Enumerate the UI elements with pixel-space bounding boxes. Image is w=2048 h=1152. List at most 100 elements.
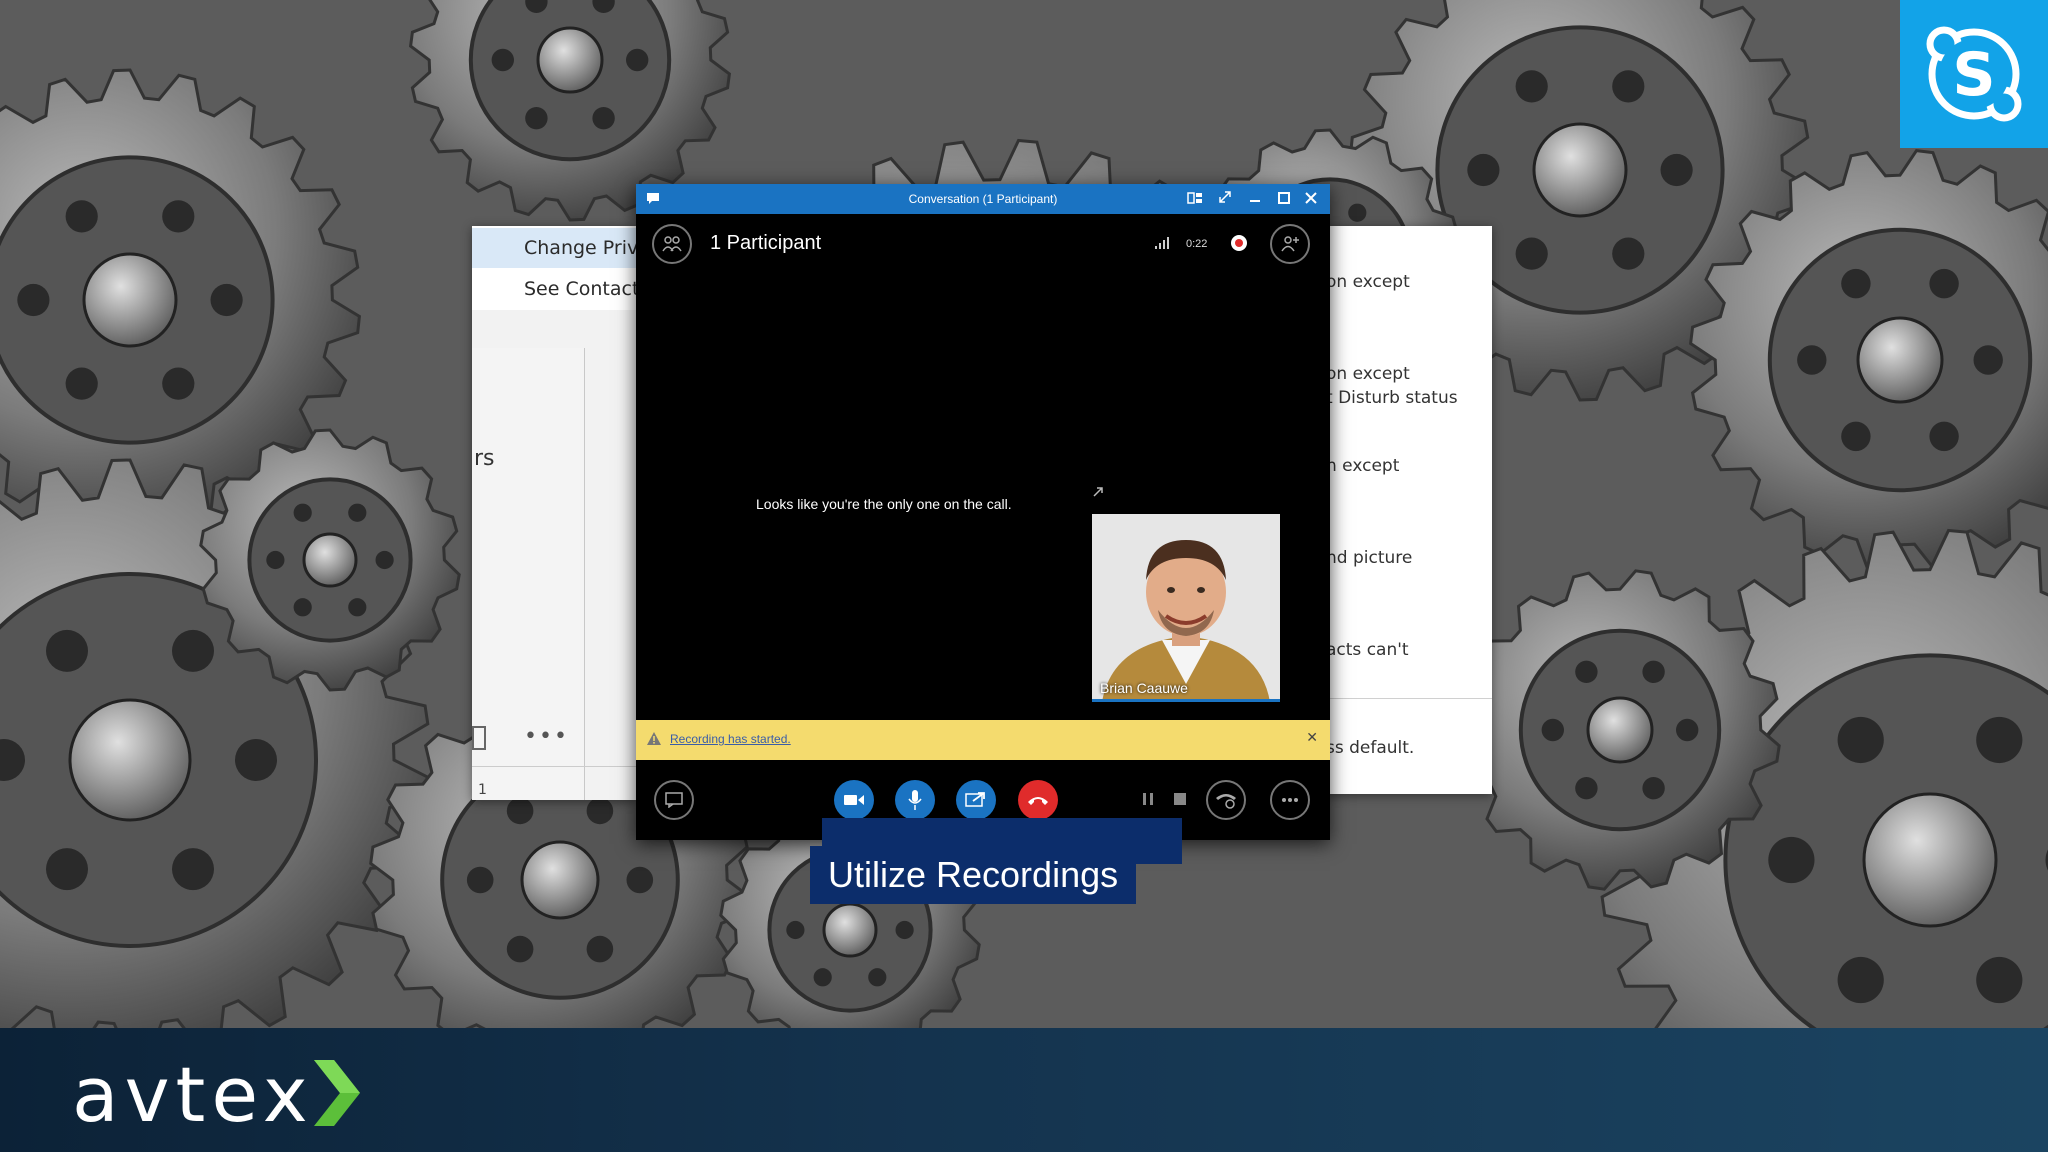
hangup-button[interactable] <box>1018 780 1058 820</box>
share-screen-button[interactable] <box>956 780 996 820</box>
popout-icon[interactable] <box>1092 486 1104 498</box>
option-text: on except <box>1326 272 1410 292</box>
gear-hole <box>626 866 654 894</box>
menu-item-see-contact[interactable]: See Contact C <box>524 274 636 304</box>
gear-hole <box>1575 660 1598 684</box>
option-text: nd picture <box>1326 548 1413 568</box>
chat-icon <box>665 792 683 808</box>
side-label: rs <box>474 446 495 471</box>
gear-hole <box>293 598 312 617</box>
brand-logo-text: avtex <box>72 1050 314 1139</box>
gear-hole <box>1348 203 1367 222</box>
gear-hub <box>1856 316 1944 404</box>
gear-hole <box>162 367 195 400</box>
option-text: on except <box>1326 364 1410 384</box>
maximize-icon[interactable] <box>1275 190 1293 208</box>
gear-hole <box>266 550 285 570</box>
call-controls-icon <box>1216 794 1236 809</box>
gear-hub <box>1862 792 1998 928</box>
add-people-button[interactable] <box>1270 224 1310 264</box>
gear-hole <box>348 598 367 617</box>
participant-name: Brian Caauwe <box>1100 680 1188 696</box>
share-screen-icon <box>965 792 985 807</box>
gear-hole <box>586 797 614 825</box>
option-text: ss default. <box>1326 738 1415 758</box>
option-text: t Disturb status <box>1326 388 1458 408</box>
gear-hole <box>375 550 394 570</box>
recording-started-link[interactable]: Recording has started. <box>670 732 791 746</box>
active-speaker-bar <box>1092 699 1280 702</box>
gear-hub <box>822 902 878 958</box>
gear-hole <box>1768 836 1815 884</box>
warning-icon <box>647 732 661 745</box>
call-controls-button[interactable] <box>1206 780 1246 820</box>
gear-hub <box>82 252 178 348</box>
gear-hole <box>1541 718 1565 742</box>
recording-icon <box>1231 235 1247 251</box>
microphone-button[interactable] <box>895 780 935 820</box>
participant-video-tile[interactable]: Brian Caauwe <box>1092 514 1280 702</box>
microphone-icon <box>908 790 922 810</box>
video-icon <box>844 795 864 805</box>
more-options-button[interactable]: ••• <box>524 724 569 749</box>
minimize-icon[interactable] <box>1246 190 1264 208</box>
gear-hub <box>536 26 604 94</box>
gear-hole <box>813 968 832 987</box>
participant-count: 1 Participant <box>710 232 822 254</box>
gear-hole <box>1660 153 1693 187</box>
chat-button[interactable] <box>654 780 694 820</box>
gear-hole <box>65 200 98 233</box>
gear-hole <box>162 200 195 233</box>
close-icon[interactable] <box>1302 190 1320 208</box>
fullscreen-icon[interactable] <box>1216 190 1234 208</box>
skype-logo: S <box>1900 0 2048 148</box>
stop-icon[interactable] <box>1174 793 1186 805</box>
gear-hole <box>895 920 914 940</box>
more-options-button[interactable] <box>1270 780 1310 820</box>
skype-icon: S <box>1926 26 2022 122</box>
divider <box>1310 698 1492 699</box>
window-titlebar: Conversation (1 Participant) <box>636 184 1330 214</box>
participants-button[interactable] <box>652 224 692 264</box>
gear-hub <box>1532 122 1628 218</box>
brand-chevron-icon <box>314 1060 360 1126</box>
gear-hole <box>491 48 514 72</box>
divider <box>472 766 636 767</box>
more-options-icon <box>1282 798 1298 802</box>
gear-hole <box>172 629 214 672</box>
layout-icon[interactable] <box>1186 190 1204 208</box>
gear-hole <box>525 106 548 130</box>
video-button[interactable] <box>834 780 874 820</box>
gear-hole <box>1837 956 1884 1004</box>
gear-hub <box>1586 696 1654 764</box>
gear-hole <box>1797 345 1827 375</box>
menu-item-change-privacy[interactable]: Change Priva <box>472 228 636 268</box>
note-icon[interactable] <box>472 726 486 750</box>
gear-hole <box>46 848 88 891</box>
context-menu: Change Priva See Contact C <box>472 226 636 310</box>
gear-hole <box>1515 237 1548 270</box>
gear-hole <box>210 283 243 317</box>
gear-hole <box>1612 237 1645 270</box>
gear-hole <box>172 848 214 891</box>
gear-hole <box>65 367 98 400</box>
gear-hole <box>1929 421 1959 452</box>
dismiss-notification-button[interactable]: ✕ <box>1306 729 1318 746</box>
conversation-window: Conversation (1 Participant) 1 Participa… <box>636 184 1330 840</box>
gear-hole <box>293 503 312 522</box>
signal-strength-icon <box>1155 237 1169 249</box>
gear-hole <box>46 629 88 672</box>
gear-hub <box>302 532 358 588</box>
gear-hole <box>17 283 50 317</box>
call-timer: 0:22 <box>1186 238 1208 250</box>
gear-hole <box>1642 660 1665 684</box>
gear-hole <box>1837 716 1884 764</box>
gear-hole <box>235 739 277 781</box>
contact-menu-window: Change Priva See Contact C rs ••• 1 <box>472 226 636 800</box>
gear-hole <box>1841 268 1871 299</box>
gear-hub <box>520 840 600 920</box>
pause-icon[interactable] <box>1142 792 1154 806</box>
recording-notification-bar: Recording has started. ✕ <box>636 720 1330 760</box>
option-text: n except <box>1326 456 1400 476</box>
gear-hub <box>68 698 192 822</box>
